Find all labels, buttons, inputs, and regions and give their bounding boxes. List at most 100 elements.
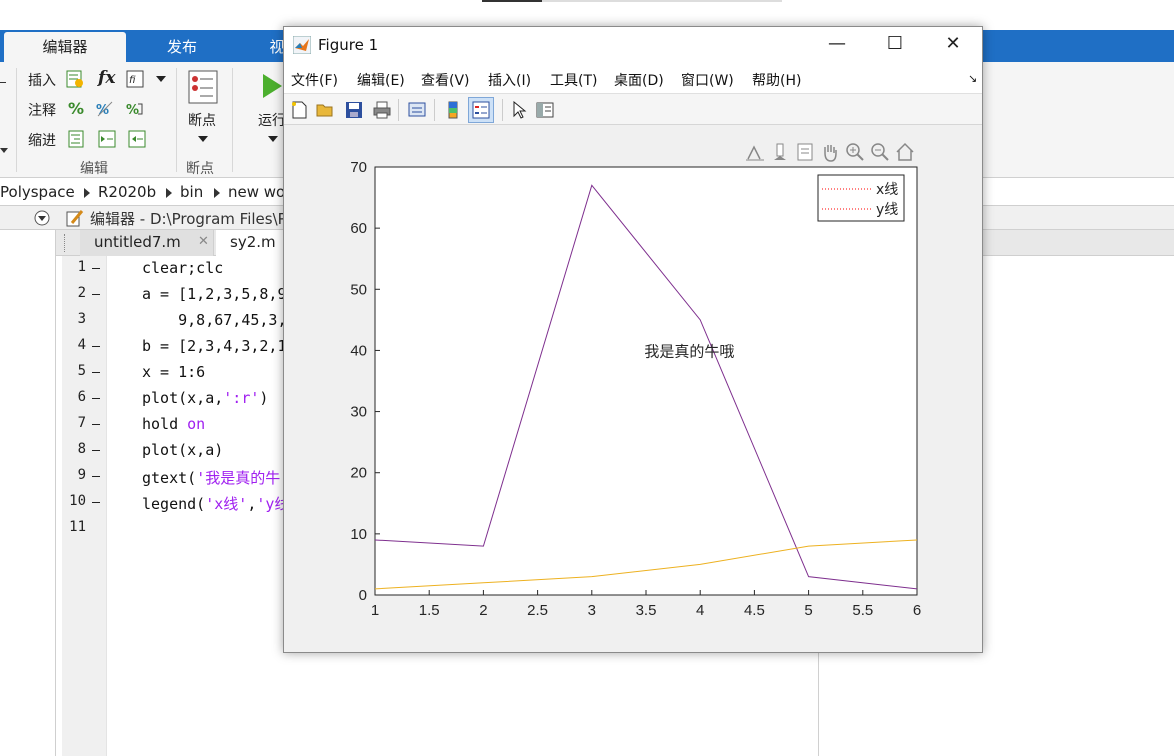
line-marker: [92, 268, 100, 269]
search-bar[interactable]: [482, 0, 782, 2]
y-tick-label: 10: [350, 526, 367, 543]
x-tick-label: 4.5: [744, 602, 765, 619]
insert-section-icon[interactable]: [66, 70, 84, 88]
annotation-group: 我是真的牛哦: [644, 343, 734, 361]
svg-text:fi: fi: [129, 75, 136, 86]
x-tick-label: 2.5: [527, 602, 548, 619]
run-dropdown-icon[interactable]: [268, 136, 278, 142]
menu-insert[interactable]: 插入(I): [488, 70, 531, 90]
run-button[interactable]: 运行: [258, 110, 286, 130]
minimize-button[interactable]: —: [814, 27, 860, 63]
x-tick-label: 3.5: [636, 602, 657, 619]
current-folder-panel: [0, 206, 56, 756]
breadcrumb-separator-icon: [214, 188, 220, 198]
panel-menu-icon[interactable]: [34, 210, 50, 226]
fx-button[interactable]: fx: [98, 68, 115, 88]
x-tick-label: 3: [588, 602, 596, 619]
x-tick-label: 1: [371, 602, 379, 619]
percent-icon[interactable]: %: [68, 99, 84, 118]
close-button[interactable]: ✕: [930, 27, 976, 63]
link-plot-icon[interactable]: [408, 101, 426, 119]
code-text: x = 1:6: [142, 363, 206, 381]
y-tick-label: 70: [350, 159, 367, 176]
close-tab-icon[interactable]: ✕: [198, 230, 209, 254]
editor-title: 编辑器 - D:\Program Files\P: [90, 210, 287, 228]
increase-indent-icon[interactable]: [98, 130, 116, 148]
menu-desktop[interactable]: 桌面(D): [614, 70, 664, 90]
maximize-button[interactable]: ☐: [872, 27, 918, 63]
figure-menubar: 文件(F) 编辑(E) 查看(V) 插入(I) 工具(T) 桌面(D) 窗口(W…: [284, 63, 982, 93]
y-tick-label: 30: [350, 404, 367, 421]
line-number: 6: [77, 389, 86, 405]
figure-title-bar[interactable]: Figure 1 — ☐ ✕: [284, 27, 982, 63]
figure-window[interactable]: Figure 1 — ☐ ✕ 文件(F) 编辑(E) 查看(V) 插入(I) 工…: [283, 26, 983, 653]
line-marker: [92, 346, 100, 347]
figure-title: Figure 1: [318, 36, 379, 54]
plot-area[interactable]: 1 1.5 2 2.5 3 3.5 4 4.5 5 5.5 6010203040506070 我是真…: [284, 125, 982, 652]
breakpoints-dropdown-icon[interactable]: [198, 136, 208, 142]
line-marker: [92, 372, 100, 373]
breadcrumb-item[interactable]: Polyspace: [0, 183, 75, 201]
dock-arrow-icon[interactable]: ↘: [968, 72, 977, 85]
menu-window[interactable]: 窗口(W): [681, 70, 734, 90]
menu-edit[interactable]: 编辑(E): [357, 70, 405, 90]
breadcrumb-separator-icon: [166, 188, 172, 198]
legend[interactable]: x线 y线: [817, 174, 905, 222]
breadcrumb-item[interactable]: bin: [180, 183, 203, 201]
editor-tab-sy2[interactable]: sy2.m: [216, 230, 286, 256]
x-tick-label: 4: [696, 602, 704, 619]
code-text: clear;clc: [142, 259, 224, 277]
editor-tab-untitled7[interactable]: untitled7.m ✕: [80, 230, 214, 256]
run-icon[interactable]: [260, 72, 284, 100]
svg-text:%: %: [126, 103, 139, 118]
line-marker: [92, 476, 100, 477]
tab-label: sy2.m: [230, 233, 276, 251]
matlab-desktop: 编辑器 发布 视 插入 注释 缩进 fx fi % % % 编辑 断点 断点 运…: [0, 0, 1174, 756]
breakpoints-icon[interactable]: [188, 70, 218, 104]
uncomment-icon[interactable]: %: [96, 100, 114, 118]
menu-tools[interactable]: 工具(T): [550, 70, 597, 90]
tab-editor[interactable]: 编辑器: [4, 32, 126, 62]
menu-view[interactable]: 查看(V): [421, 70, 470, 90]
open-file-icon[interactable]: [316, 101, 334, 119]
wrap-comments-icon[interactable]: %: [126, 100, 144, 118]
colorbar-icon[interactable]: [444, 101, 462, 119]
new-figure-icon[interactable]: [290, 101, 308, 119]
code-text: gtext('我是真的牛: [142, 469, 281, 487]
line-number: 2: [77, 285, 86, 301]
breakpoints-button[interactable]: 断点: [188, 110, 216, 130]
property-editor-icon[interactable]: [536, 101, 554, 119]
line-marker: [92, 424, 100, 425]
menu-help[interactable]: 帮助(H): [752, 70, 801, 90]
decrease-indent-icon[interactable]: [128, 130, 146, 148]
collapsed-section: [0, 76, 10, 153]
tab-publish[interactable]: 发布: [132, 32, 232, 62]
line-marker: [92, 502, 100, 503]
y-tick-label: 0: [359, 587, 367, 604]
breadcrumb-item[interactable]: R2020b: [98, 183, 156, 201]
function-icon[interactable]: fi: [126, 70, 144, 88]
edit-group-label: 编辑: [80, 161, 108, 177]
line-number: 4: [77, 337, 86, 353]
smart-indent-icon[interactable]: [68, 130, 86, 148]
x-tick-label: 5: [804, 602, 812, 619]
comment-label[interactable]: 注释: [28, 100, 56, 120]
indent-label[interactable]: 缩进: [28, 130, 56, 150]
legend-icon[interactable]: [472, 101, 490, 119]
x-tick-label: 5.5: [852, 602, 873, 619]
menu-file[interactable]: 文件(F): [291, 70, 338, 90]
pointer-icon[interactable]: [510, 101, 528, 119]
y-tick-label: 50: [350, 281, 367, 298]
line-marker: [92, 294, 100, 295]
line-number: 11: [69, 519, 86, 535]
ribbon-separator: [16, 68, 17, 172]
breadcrumb-item[interactable]: new wo: [228, 183, 285, 201]
print-icon[interactable]: [373, 101, 391, 119]
annotation-text[interactable]: 我是真的牛哦: [644, 343, 734, 361]
insert-dropdown-icon[interactable]: [156, 76, 166, 82]
save-figure-icon[interactable]: [345, 101, 363, 119]
code-text: plot(x,a): [142, 441, 224, 459]
x-tick-label: 6: [913, 602, 921, 619]
insert-label[interactable]: 插入: [28, 70, 56, 90]
breadcrumb-separator-icon: [84, 188, 90, 198]
